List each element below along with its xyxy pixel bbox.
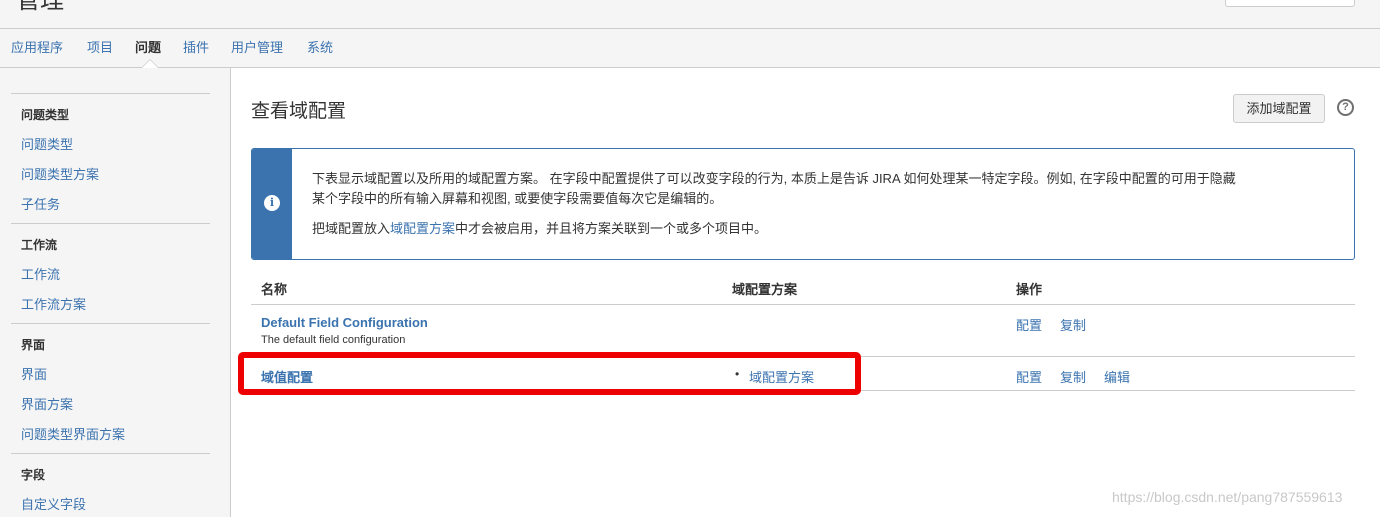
sidebar-item-screens[interactable]: 界面 <box>21 364 47 383</box>
sidebar-divider <box>11 453 210 454</box>
admin-header: 管理 <box>0 0 1380 29</box>
sidebar-divider <box>11 323 210 324</box>
info-icon: i <box>264 195 280 211</box>
tab-projects[interactable]: 项目 <box>87 29 113 67</box>
admin-search-box[interactable] <box>1225 0 1355 7</box>
info-message: i 下表显示域配置以及所用的域配置方案。 在字段中配置提供了可以改变字段的行为,… <box>251 148 1355 260</box>
field-configuration-schemes-link[interactable]: 域配置方案 <box>390 221 455 236</box>
field-config-description: The default field configuration <box>261 334 406 346</box>
info-text-line-2: 某个字段中的所有输入屏幕和视图, 或要使字段需要值每次它是编辑的。 <box>312 191 723 206</box>
admin-nav: 应用程序 项目 问题 插件 用户管理 系统 <box>0 29 1380 68</box>
page-title: 查看域配置 <box>251 101 347 122</box>
info-text-suffix: 中才会被启用，并且将方案关联到一个或多个项目中。 <box>455 221 768 236</box>
tab-applications[interactable]: 应用程序 <box>11 29 63 67</box>
add-field-configuration-button[interactable]: 添加域配置 <box>1233 94 1325 123</box>
field-config-name-default[interactable]: Default Field Configuration <box>261 315 428 330</box>
sidebar-item-issue-types[interactable]: 问题类型 <box>21 134 73 153</box>
admin-title: 管理 <box>16 0 64 14</box>
info-text-line-3: 把域配置放入域配置方案中才会被启用，并且将方案关联到一个或多个项目中。 <box>312 219 1332 239</box>
sidebar-heading-fields: 字段 <box>21 468 46 482</box>
sidebar-item-subtasks[interactable]: 子任务 <box>21 194 60 213</box>
help-icon[interactable]: ? <box>1337 99 1354 116</box>
sidebar-divider <box>11 223 210 224</box>
sidebar-item-issue-type-schemes[interactable]: 问题类型方案 <box>21 164 99 183</box>
configure-link[interactable]: 配置 <box>1016 315 1042 334</box>
tab-system[interactable]: 系统 <box>307 29 333 67</box>
info-text-prefix: 把域配置放入 <box>312 221 391 236</box>
copy-link[interactable]: 复制 <box>1060 315 1086 334</box>
column-header-name: 名称 <box>261 282 288 297</box>
sidebar-heading-issue-types: 问题类型 <box>21 108 70 122</box>
tab-user-management[interactable]: 用户管理 <box>231 29 283 67</box>
sidebar: 问题类型 问题类型 问题类型方案 子任务 工作流 工作流 工作流方案 界面 界面… <box>0 68 231 517</box>
active-tab-caret <box>142 60 158 68</box>
table-header-divider <box>251 304 1355 305</box>
info-text-line-1: 下表显示域配置以及所用的域配置方案。 在字段中配置提供了可以改变字段的行为, 本… <box>312 171 1236 186</box>
sidebar-item-screen-schemes[interactable]: 界面方案 <box>21 394 73 413</box>
configure-link[interactable]: 配置 <box>1016 367 1042 386</box>
main-content: 查看域配置 添加域配置 ? i 下表显示域配置以及所用的域配置方案。 在字段中配… <box>231 68 1380 517</box>
copy-link[interactable]: 复制 <box>1060 367 1086 386</box>
column-header-scheme: 域配置方案 <box>732 282 798 297</box>
sidebar-heading-screens: 界面 <box>21 338 46 352</box>
sidebar-item-issue-type-screen-schemes[interactable]: 问题类型界面方案 <box>21 424 125 443</box>
sidebar-heading-workflows: 工作流 <box>21 238 58 252</box>
sidebar-item-custom-fields[interactable]: 自定义字段 <box>21 494 86 513</box>
info-stripe: i <box>252 149 292 259</box>
column-header-operations: 操作 <box>1016 282 1043 297</box>
red-highlight-annotation <box>238 352 861 395</box>
sidebar-item-workflows[interactable]: 工作流 <box>21 264 60 283</box>
tab-addons[interactable]: 插件 <box>183 29 209 67</box>
sidebar-divider <box>11 93 210 94</box>
sidebar-item-workflow-schemes[interactable]: 工作流方案 <box>21 294 86 313</box>
watermark: https://blog.csdn.net/pang787559613 <box>1112 489 1343 505</box>
edit-link[interactable]: 编辑 <box>1104 367 1130 386</box>
